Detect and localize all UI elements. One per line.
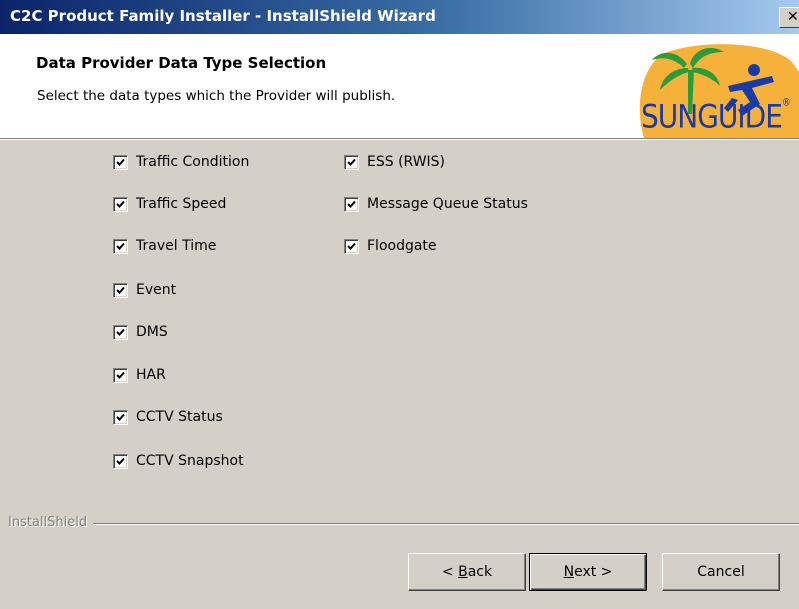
check-icon [116,328,125,336]
check-icon [116,286,125,294]
cancel-button[interactable]: Cancel [662,553,780,591]
checkbox-travel-time[interactable]: Travel Time [113,235,216,257]
check-icon [116,158,125,166]
checkbox-label: Floodgate [367,238,437,254]
next-button-accel: N [563,564,575,580]
checkbox-box[interactable] [113,196,128,212]
check-icon [116,457,125,465]
checkbox-label: Traffic Speed [136,196,227,212]
back-button-prefix: < [441,564,459,580]
logo-text: SUNGUIDE [641,97,783,136]
page-subtitle: Select the data types which the Provider… [37,88,396,104]
checkbox-box[interactable] [113,367,128,383]
window-title: C2C Product Family Installer - InstallSh… [10,7,436,25]
checkbox-har[interactable]: HAR [113,364,166,386]
title-bar[interactable]: C2C Product Family Installer - InstallSh… [0,0,799,34]
cancel-button-label: Cancel [697,564,745,580]
checkbox-box[interactable] [344,196,359,212]
check-icon [116,242,125,250]
checkbox-event[interactable]: Event [113,279,176,301]
checkbox-label: HAR [136,367,166,383]
checkbox-dms[interactable]: DMS [113,321,168,343]
checkbox-traffic-condition[interactable]: Traffic Condition [113,151,249,173]
checkbox-label: DMS [136,324,168,340]
checkbox-cctv-snapshot[interactable]: CCTV Snapshot [113,450,244,472]
installshield-brand: InstallShield [8,515,94,530]
check-icon [347,158,356,166]
close-icon: ✕ [787,9,799,25]
checkbox-box[interactable] [113,282,128,298]
checkbox-message-queue-status[interactable]: Message Queue Status [344,193,528,215]
checkbox-label: Travel Time [136,238,217,254]
check-icon [116,371,125,379]
check-icon [347,242,356,250]
checkbox-box[interactable] [113,238,128,254]
checkbox-label: CCTV Status [136,409,223,425]
check-icon [116,413,125,421]
checkbox-traffic-speed[interactable]: Traffic Speed [113,193,226,215]
next-button-label: ext > [574,564,613,580]
checkbox-cctv-status[interactable]: CCTV Status [113,406,223,428]
close-button[interactable]: ✕ [779,7,799,28]
header-divider-highlight [0,139,799,140]
checkbox-label: ESS (RWIS) [367,154,446,170]
check-icon [116,200,125,208]
checkbox-label: Traffic Condition [136,154,250,170]
checkbox-ess-rwis[interactable]: ESS (RWIS) [344,151,445,173]
checkbox-box[interactable] [344,238,359,254]
next-button[interactable]: Next > [529,553,647,591]
checkbox-box[interactable] [113,409,128,425]
logo-wordmark: SUNGUIDE® [641,97,791,136]
back-button[interactable]: < Back [408,553,526,591]
checkbox-label: Event [136,282,177,298]
page-title: Data Provider Data Type Selection [36,54,327,72]
checkbox-box[interactable] [113,324,128,340]
back-button-label: ack [467,564,493,580]
check-icon [347,200,356,208]
checkbox-box[interactable] [344,154,359,170]
back-button-accel: B [458,564,468,580]
logo-registered-mark: ® [781,97,791,110]
checkbox-box[interactable] [113,154,128,170]
checkbox-floodgate[interactable]: Floodgate [344,235,437,257]
checkbox-label: Message Queue Status [367,196,528,212]
installer-window: C2C Product Family Installer - InstallSh… [0,0,799,609]
brand-divider-highlight [8,524,799,525]
checkbox-box[interactable] [113,453,128,469]
wizard-header: Data Provider Data Type Selection Select… [0,34,799,138]
checkbox-label: CCTV Snapshot [136,453,244,469]
